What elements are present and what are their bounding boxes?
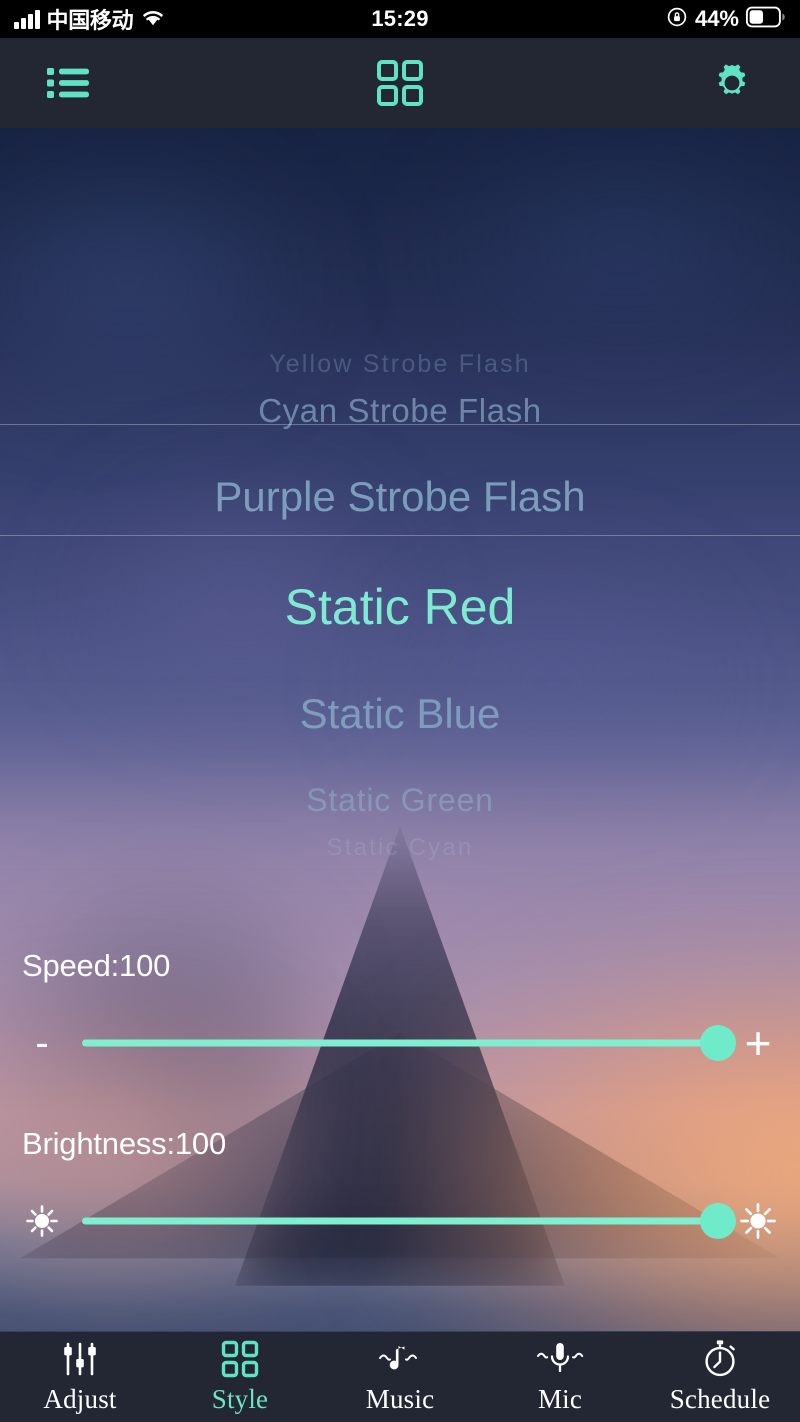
picker-item-selected[interactable]: Static Red: [0, 578, 800, 636]
speed-slider[interactable]: [82, 1023, 736, 1063]
gear-icon[interactable]: [710, 61, 754, 105]
tab-schedule[interactable]: Schedule: [640, 1332, 800, 1422]
battery-icon: [745, 6, 786, 33]
tab-label-style: Style: [211, 1384, 269, 1414]
picker-item-4[interactable]: Static Blue: [0, 690, 800, 738]
bottom-tab-bar: Adjust Style Music Mic Schedule: [0, 1331, 800, 1422]
rotation-lock-icon: [666, 6, 688, 33]
minus-icon[interactable]: -: [20, 1021, 64, 1065]
tab-style[interactable]: Style: [160, 1332, 320, 1422]
carrier-label: 中国移动: [46, 8, 134, 33]
status-bar-left: 中国移动: [0, 3, 371, 35]
wifi-icon: [140, 7, 166, 32]
tab-label-mic: Mic: [537, 1384, 583, 1414]
toolbar-left-slot: [0, 65, 282, 101]
tab-label-adjust: Adjust: [43, 1384, 117, 1414]
toolbar-center-slot: [282, 59, 518, 107]
brightness-low-icon[interactable]: [20, 1199, 64, 1243]
signal-bars-icon: [14, 9, 40, 29]
picker-item-2[interactable]: Purple Strobe Flash: [0, 473, 800, 521]
speed-slider-knob[interactable]: [700, 1025, 736, 1061]
speed-slider-track: [82, 1039, 718, 1047]
list-icon[interactable]: [46, 65, 92, 101]
picker-item-5[interactable]: Static Green: [0, 782, 800, 819]
tab-label-music: Music: [365, 1384, 435, 1414]
tab-label-schedule: Schedule: [669, 1384, 771, 1414]
picker-item-6[interactable]: Static Cyan: [0, 834, 800, 862]
brightness-slider-row: [0, 1199, 800, 1243]
speed-slider-block: Speed:100 - +: [0, 948, 800, 1066]
tab-mic[interactable]: Mic: [480, 1332, 640, 1422]
sliders-icon: [60, 1339, 100, 1379]
top-toolbar: [0, 38, 800, 128]
tab-adjust[interactable]: Adjust: [0, 1332, 160, 1422]
effect-picker[interactable]: Yellow Strobe Flash Cyan Strobe Flash Pu…: [0, 128, 800, 861]
brightness-label: Brightness:100: [22, 1126, 226, 1161]
grid-icon[interactable]: [376, 59, 424, 107]
brightness-slider-track: [82, 1217, 718, 1225]
microphone-icon: [535, 1339, 585, 1379]
stopwatch-icon: [699, 1339, 741, 1379]
app-root: 中国移动 15:29 44% Yellow Strobe Flash Cyan …: [0, 0, 800, 1422]
status-bar-right: 44%: [429, 6, 800, 33]
grid-icon: [221, 1339, 259, 1379]
speed-slider-row: - +: [0, 1020, 800, 1066]
clock-label: 15:29: [371, 6, 429, 31]
brightness-high-icon[interactable]: [736, 1199, 780, 1243]
music-note-icon: [376, 1339, 424, 1379]
picker-item-0[interactable]: Yellow Strobe Flash: [0, 350, 800, 379]
speed-label: Speed:100: [22, 948, 171, 983]
status-bar: 中国移动 15:29 44%: [0, 0, 800, 38]
brightness-slider-knob[interactable]: [700, 1203, 736, 1239]
toolbar-right-slot: [518, 61, 800, 105]
tab-music[interactable]: Music: [320, 1332, 480, 1422]
status-bar-center: 15:29: [371, 6, 428, 32]
brightness-slider-block: Brightness:100: [0, 1126, 800, 1243]
brightness-slider[interactable]: [82, 1201, 736, 1241]
picker-item-1[interactable]: Cyan Strobe Flash: [0, 392, 800, 430]
plus-icon[interactable]: +: [736, 1020, 780, 1066]
battery-percent-label: 44%: [694, 6, 739, 31]
